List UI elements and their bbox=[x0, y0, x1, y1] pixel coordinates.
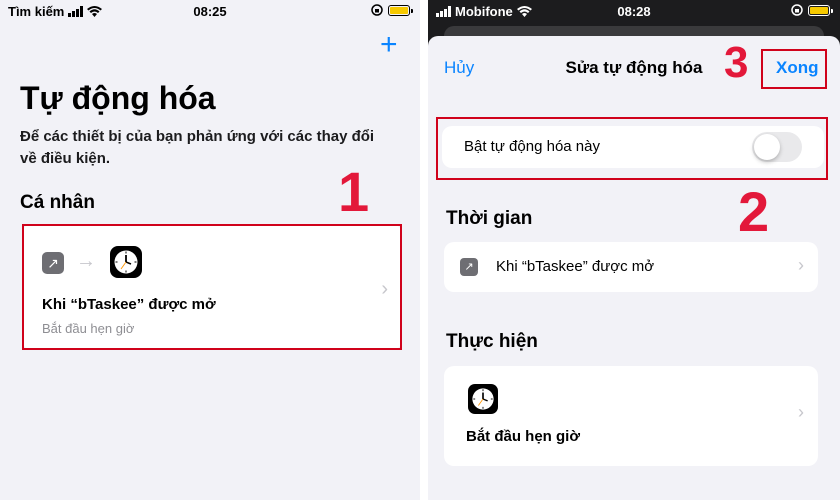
page-subtitle: Để các thiết bị của bạn phản ứng với các… bbox=[20, 128, 375, 167]
battery-icon bbox=[388, 4, 413, 16]
trigger-row[interactable]: ↗ Khi “bTaskee” được mở › bbox=[444, 242, 818, 292]
section-personal-header: Cá nhân bbox=[20, 192, 95, 213]
add-automation-button[interactable]: + bbox=[380, 30, 398, 60]
edit-automation-sheet: Hủy Sửa tự động hóa Xong 3 Bật tự động h… bbox=[428, 36, 840, 500]
right-screen: Mobifone 08:28 Hủy Sửa tự động hóa Xong … bbox=[428, 0, 840, 500]
action-title: Bắt đầu hẹn giờ bbox=[466, 428, 581, 445]
clock-time: 08:28 bbox=[617, 4, 651, 19]
step-number-3: 3 bbox=[724, 38, 749, 87]
status-bar: Tìm kiếm 08:25 bbox=[0, 0, 420, 22]
rotation-lock-icon bbox=[371, 4, 383, 16]
clock-time: 08:25 bbox=[193, 4, 227, 19]
step-number-2: 2 bbox=[738, 180, 770, 243]
status-bar: Mobifone 08:28 bbox=[428, 0, 840, 22]
chevron-right-icon: › bbox=[798, 255, 804, 275]
page-title: Tự động hóa bbox=[20, 80, 216, 116]
rotation-lock-icon bbox=[791, 4, 803, 16]
chevron-right-icon: › bbox=[798, 402, 804, 422]
battery-icon bbox=[808, 4, 833, 16]
step-number-1: 1 bbox=[338, 160, 370, 223]
trigger-label: Khi “bTaskee” được mở bbox=[496, 258, 655, 275]
section-do-header: Thực hiện bbox=[446, 331, 538, 352]
left-screen: Tìm kiếm 08:25 + Tự động hóa Để các thiế… bbox=[0, 0, 420, 500]
arrow-up-right-icon: ↗ bbox=[460, 258, 478, 276]
action-card[interactable]: Bắt đầu hẹn giờ › bbox=[444, 366, 818, 466]
clock-icon bbox=[468, 384, 498, 414]
divider bbox=[420, 0, 428, 500]
highlight-box-toggle bbox=[436, 117, 828, 180]
section-time-header: Thời gian bbox=[446, 208, 533, 229]
highlight-box-automation bbox=[22, 224, 402, 350]
highlight-box-done bbox=[761, 49, 827, 89]
